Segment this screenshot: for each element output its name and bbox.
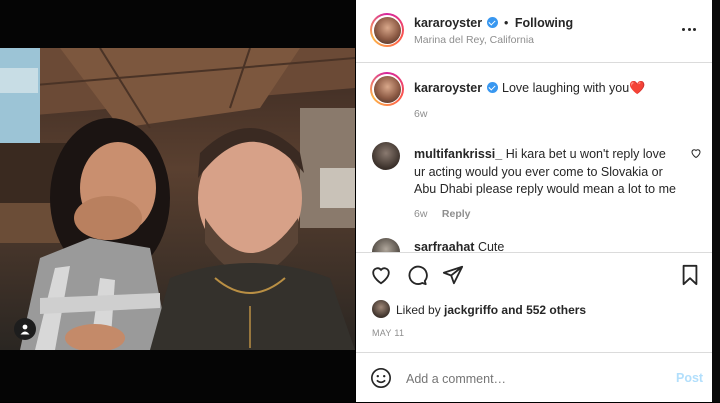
add-comment-bar: Post: [356, 352, 712, 403]
bullet-separator: •: [504, 16, 509, 30]
liker-avatar[interactable]: [372, 300, 390, 318]
post-actions: [356, 252, 712, 297]
more-options-icon[interactable]: [682, 22, 696, 36]
caption-author-username[interactable]: kararoyster: [414, 81, 482, 95]
post-photo[interactable]: [0, 48, 355, 350]
share-icon[interactable]: [442, 264, 464, 286]
emoji-icon[interactable]: [370, 367, 392, 389]
user-tag-icon: [20, 324, 30, 335]
post-header: kararoyster • Following Marina del Rey, …: [356, 0, 712, 63]
comment-avatar[interactable]: [372, 142, 400, 170]
likes-prefix: Liked by: [396, 303, 441, 317]
user-tag-button[interactable]: [14, 318, 36, 340]
comment-username[interactable]: multifankrissi_: [414, 147, 502, 161]
caption-author-avatar[interactable]: [370, 72, 404, 106]
post-location[interactable]: Marina del Rey, California: [414, 34, 534, 46]
comment-text: Cute: [477, 240, 505, 252]
add-comment-input[interactable]: [404, 368, 658, 390]
comment-avatar[interactable]: [372, 238, 400, 252]
comment-reply-button[interactable]: Reply: [442, 208, 471, 220]
post-date[interactable]: MAY 11: [372, 328, 404, 338]
verified-badge-icon: [486, 17, 498, 28]
following-button[interactable]: Following: [515, 16, 573, 30]
caption-age[interactable]: 6w: [414, 108, 427, 120]
liked-by-username[interactable]: jackgriffo: [444, 303, 498, 317]
author-avatar[interactable]: [370, 13, 404, 47]
likes-summary: Liked by jackgriffo and 552 others: [396, 303, 586, 317]
post-comment-button[interactable]: Post: [676, 371, 703, 385]
post-details-panel: kararoyster • Following Marina del Rey, …: [356, 0, 712, 402]
likes-count[interactable]: and 552 others: [501, 303, 586, 317]
heart-icon[interactable]: [370, 264, 392, 286]
comment-item: sarfraahat Cute: [356, 236, 712, 252]
comment-username[interactable]: sarfraahat: [414, 240, 474, 252]
caption-text: Love laughing with you: [502, 81, 630, 95]
post-photo-illustration: [0, 48, 355, 350]
verified-badge-icon: [486, 82, 498, 93]
caption-emoji: ❤️: [629, 80, 646, 95]
comment-like-heart-icon[interactable]: [690, 147, 702, 159]
window-edge: [712, 0, 720, 402]
comment-age[interactable]: 6w: [414, 208, 427, 220]
bookmark-icon[interactable]: [680, 264, 700, 286]
author-username[interactable]: kararoyster: [414, 16, 482, 30]
comment-icon[interactable]: [406, 264, 428, 286]
